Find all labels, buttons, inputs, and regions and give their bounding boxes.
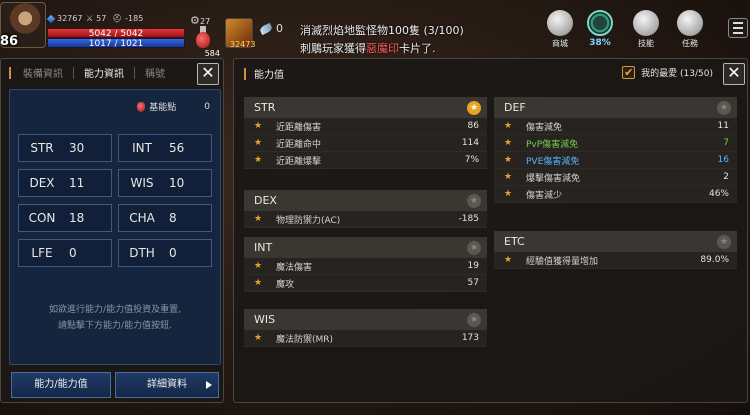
stat-wis: WIS 10 [118, 169, 212, 197]
notice-text: 消滅烈焰地監怪物100隻 (3/100) 刺鵰玩家獲得惡魔印卡片了. [300, 22, 490, 58]
favorite-star-icon[interactable]: ★ [467, 240, 481, 255]
defense-stat: ⛑ -185 [112, 14, 144, 23]
favorite-star-icon[interactable]: ★ [467, 193, 481, 208]
stat-lfe: LFE 0 [18, 239, 112, 267]
basic-points: 基能點 0 [137, 100, 210, 113]
stat-panel: 基能點 0 STR 30 INT 56 DEX 11 WIS 10 CON 18 CHA 8… [9, 89, 221, 365]
star-icon[interactable]: ★ [504, 121, 526, 131]
play-arrow-icon [206, 381, 212, 389]
list-item: ★ 魔法防禦(MR) 173 [244, 330, 487, 347]
list-item: ★ 爆擊傷害減免 2 [494, 169, 737, 186]
list-item: ★ PVE傷害減免 16 [494, 152, 737, 169]
star-icon[interactable]: ★ [254, 333, 276, 343]
feather-icon [258, 22, 274, 35]
stat-con: CON 18 [18, 204, 112, 232]
skill-count: 32473 [230, 40, 256, 49]
group-etc: ETC ★ ★ 經驗值獲得量增加 89.0% [494, 231, 737, 269]
favorite-star-icon[interactable]: ★ [467, 100, 481, 115]
gauge-icon [587, 10, 613, 36]
hp-bar: 5042 / 5042 [47, 28, 185, 39]
skills-button[interactable]: 技能 [626, 10, 666, 49]
favorite-star-icon[interactable]: ★ [467, 312, 481, 327]
character-info-panel: 裝備資訊 能力資訊 稱號 ✕ 基能點 0 STR 30 INT 56 DEX 11 W… [0, 58, 224, 403]
star-icon[interactable]: ★ [504, 138, 526, 148]
list-item: ★ PvP傷害減免 7 [494, 135, 737, 152]
favorites-toggle[interactable]: ✔ 我的最愛 (13/50) [622, 66, 713, 79]
star-icon[interactable]: ★ [504, 189, 526, 199]
swirl-icon [633, 10, 659, 36]
checkmark-icon: ✔ [622, 66, 636, 79]
feather-count: 0 [276, 22, 283, 35]
menu-hamburger-icon[interactable] [728, 18, 748, 38]
character-level: 86 [0, 34, 19, 49]
top-hud: 86 32767 ⚔ 57 ⛑ -185 5042 / 5042 1017 / … [0, 0, 750, 58]
scroll-icon [677, 10, 703, 36]
list-item: ★ 經驗值獲得量增加 89.0% [494, 252, 737, 269]
stat-int: INT 56 [118, 134, 212, 162]
group-dex: DEX ★ ★ 物理防禦力(AC) -185 [244, 190, 487, 228]
star-icon[interactable]: ★ [254, 121, 276, 131]
tab-title[interactable]: 稱號 [135, 65, 175, 80]
potion-count: 584 [204, 49, 220, 58]
list-item: ★ 傷害減少 46% [494, 186, 737, 203]
group-def: DEF ★ ★ 傷害減免 11 ★ PvP傷害減免 7 ★ PVE傷害減免 16 ★ 爆擊傷害減… [494, 97, 737, 203]
list-item: ★ 物理防禦力(AC) -185 [244, 211, 487, 228]
favorite-star-icon[interactable]: ★ [717, 234, 731, 249]
favorite-star-icon[interactable]: ★ [717, 100, 731, 115]
stat-dth: DTH 0 [118, 239, 212, 267]
elixir-icon [137, 101, 146, 112]
list-item: ★ 魔攻 57 [244, 275, 487, 292]
star-icon[interactable]: ★ [254, 278, 276, 288]
stat-dex: DEX 11 [18, 169, 112, 197]
shop-button[interactable]: 商城 [540, 10, 580, 49]
star-icon[interactable]: ★ [254, 214, 276, 224]
tab-ability[interactable]: 能力資訊 [74, 65, 134, 80]
star-icon[interactable]: ★ [504, 155, 526, 165]
star-icon[interactable]: ★ [504, 255, 526, 265]
gem-counter: 32767 [46, 14, 82, 23]
close-button[interactable]: ✕ [723, 63, 745, 85]
quests-button[interactable]: 任務 [670, 10, 710, 49]
group-str: STR ★ ★ 近距離傷害 86 ★ 近距離命中 114 ★ 近距離爆擊 7% [244, 97, 487, 169]
notice-line-1: 消滅烈焰地監怪物100隻 (3/100) [300, 24, 464, 37]
helmet-icon: ⛑ [112, 14, 123, 23]
ability-points-button[interactable]: 能力/能力值 [11, 372, 111, 398]
details-button[interactable]: 詳細資料 [115, 372, 219, 398]
sword-icon: ⚔ [86, 14, 94, 23]
character-portrait[interactable]: 86 [0, 2, 46, 49]
mp-bar: 1017 / 1021 [47, 38, 185, 49]
close-button[interactable]: ✕ [197, 63, 219, 85]
basic-points-value: 0 [204, 101, 210, 112]
feather-slot[interactable]: 0 [258, 22, 290, 35]
info-tabs: 裝備資訊 能力資訊 稱號 [9, 65, 175, 80]
potion-icon [196, 32, 210, 48]
star-icon[interactable]: ★ [504, 172, 526, 182]
star-icon[interactable]: ★ [254, 138, 276, 148]
attack-stat: ⚔ 57 [86, 14, 107, 23]
list-item: ★ 近距離命中 114 [244, 135, 487, 152]
gauge-button[interactable]: 38% [580, 10, 620, 48]
notice-line-2: 刺鵰玩家獲得惡魔印卡片了. [300, 42, 436, 55]
list-item: ★ 近距離爆擊 7% [244, 152, 487, 169]
skill-slot[interactable]: 32473 [225, 18, 256, 49]
list-item: ★ 傷害減免 11 [494, 118, 737, 135]
stat-cha: CHA 8 [118, 204, 212, 232]
stat-str: STR 30 [18, 134, 112, 162]
star-icon[interactable]: ★ [254, 155, 276, 165]
stat-reset-hint: 如欲進行能力/能力值投資及重置, 請點擊下方能力/能力值按鈕. [49, 305, 181, 331]
list-item: ★ 魔法傷害 19 [244, 258, 487, 275]
panel-title: 能力值 [244, 66, 284, 81]
ability-values-panel: 能力值 ✔ 我的最愛 (13/50) ✕ STR ★ ★ 近距離傷害 86 ★ 近距離命… [233, 58, 748, 403]
money-bag-icon [547, 10, 573, 36]
tab-equipment[interactable]: 裝備資訊 [13, 65, 73, 80]
gem-icon [46, 14, 56, 23]
list-item: ★ 近距離傷害 86 [244, 118, 487, 135]
group-wis: WIS ★ ★ 魔法防禦(MR) 173 [244, 309, 487, 347]
star-icon[interactable]: ★ [254, 261, 276, 271]
group-int: INT ★ ★ 魔法傷害 19 ★ 魔攻 57 [244, 237, 487, 292]
potion-slot[interactable]: 584 [190, 24, 220, 58]
